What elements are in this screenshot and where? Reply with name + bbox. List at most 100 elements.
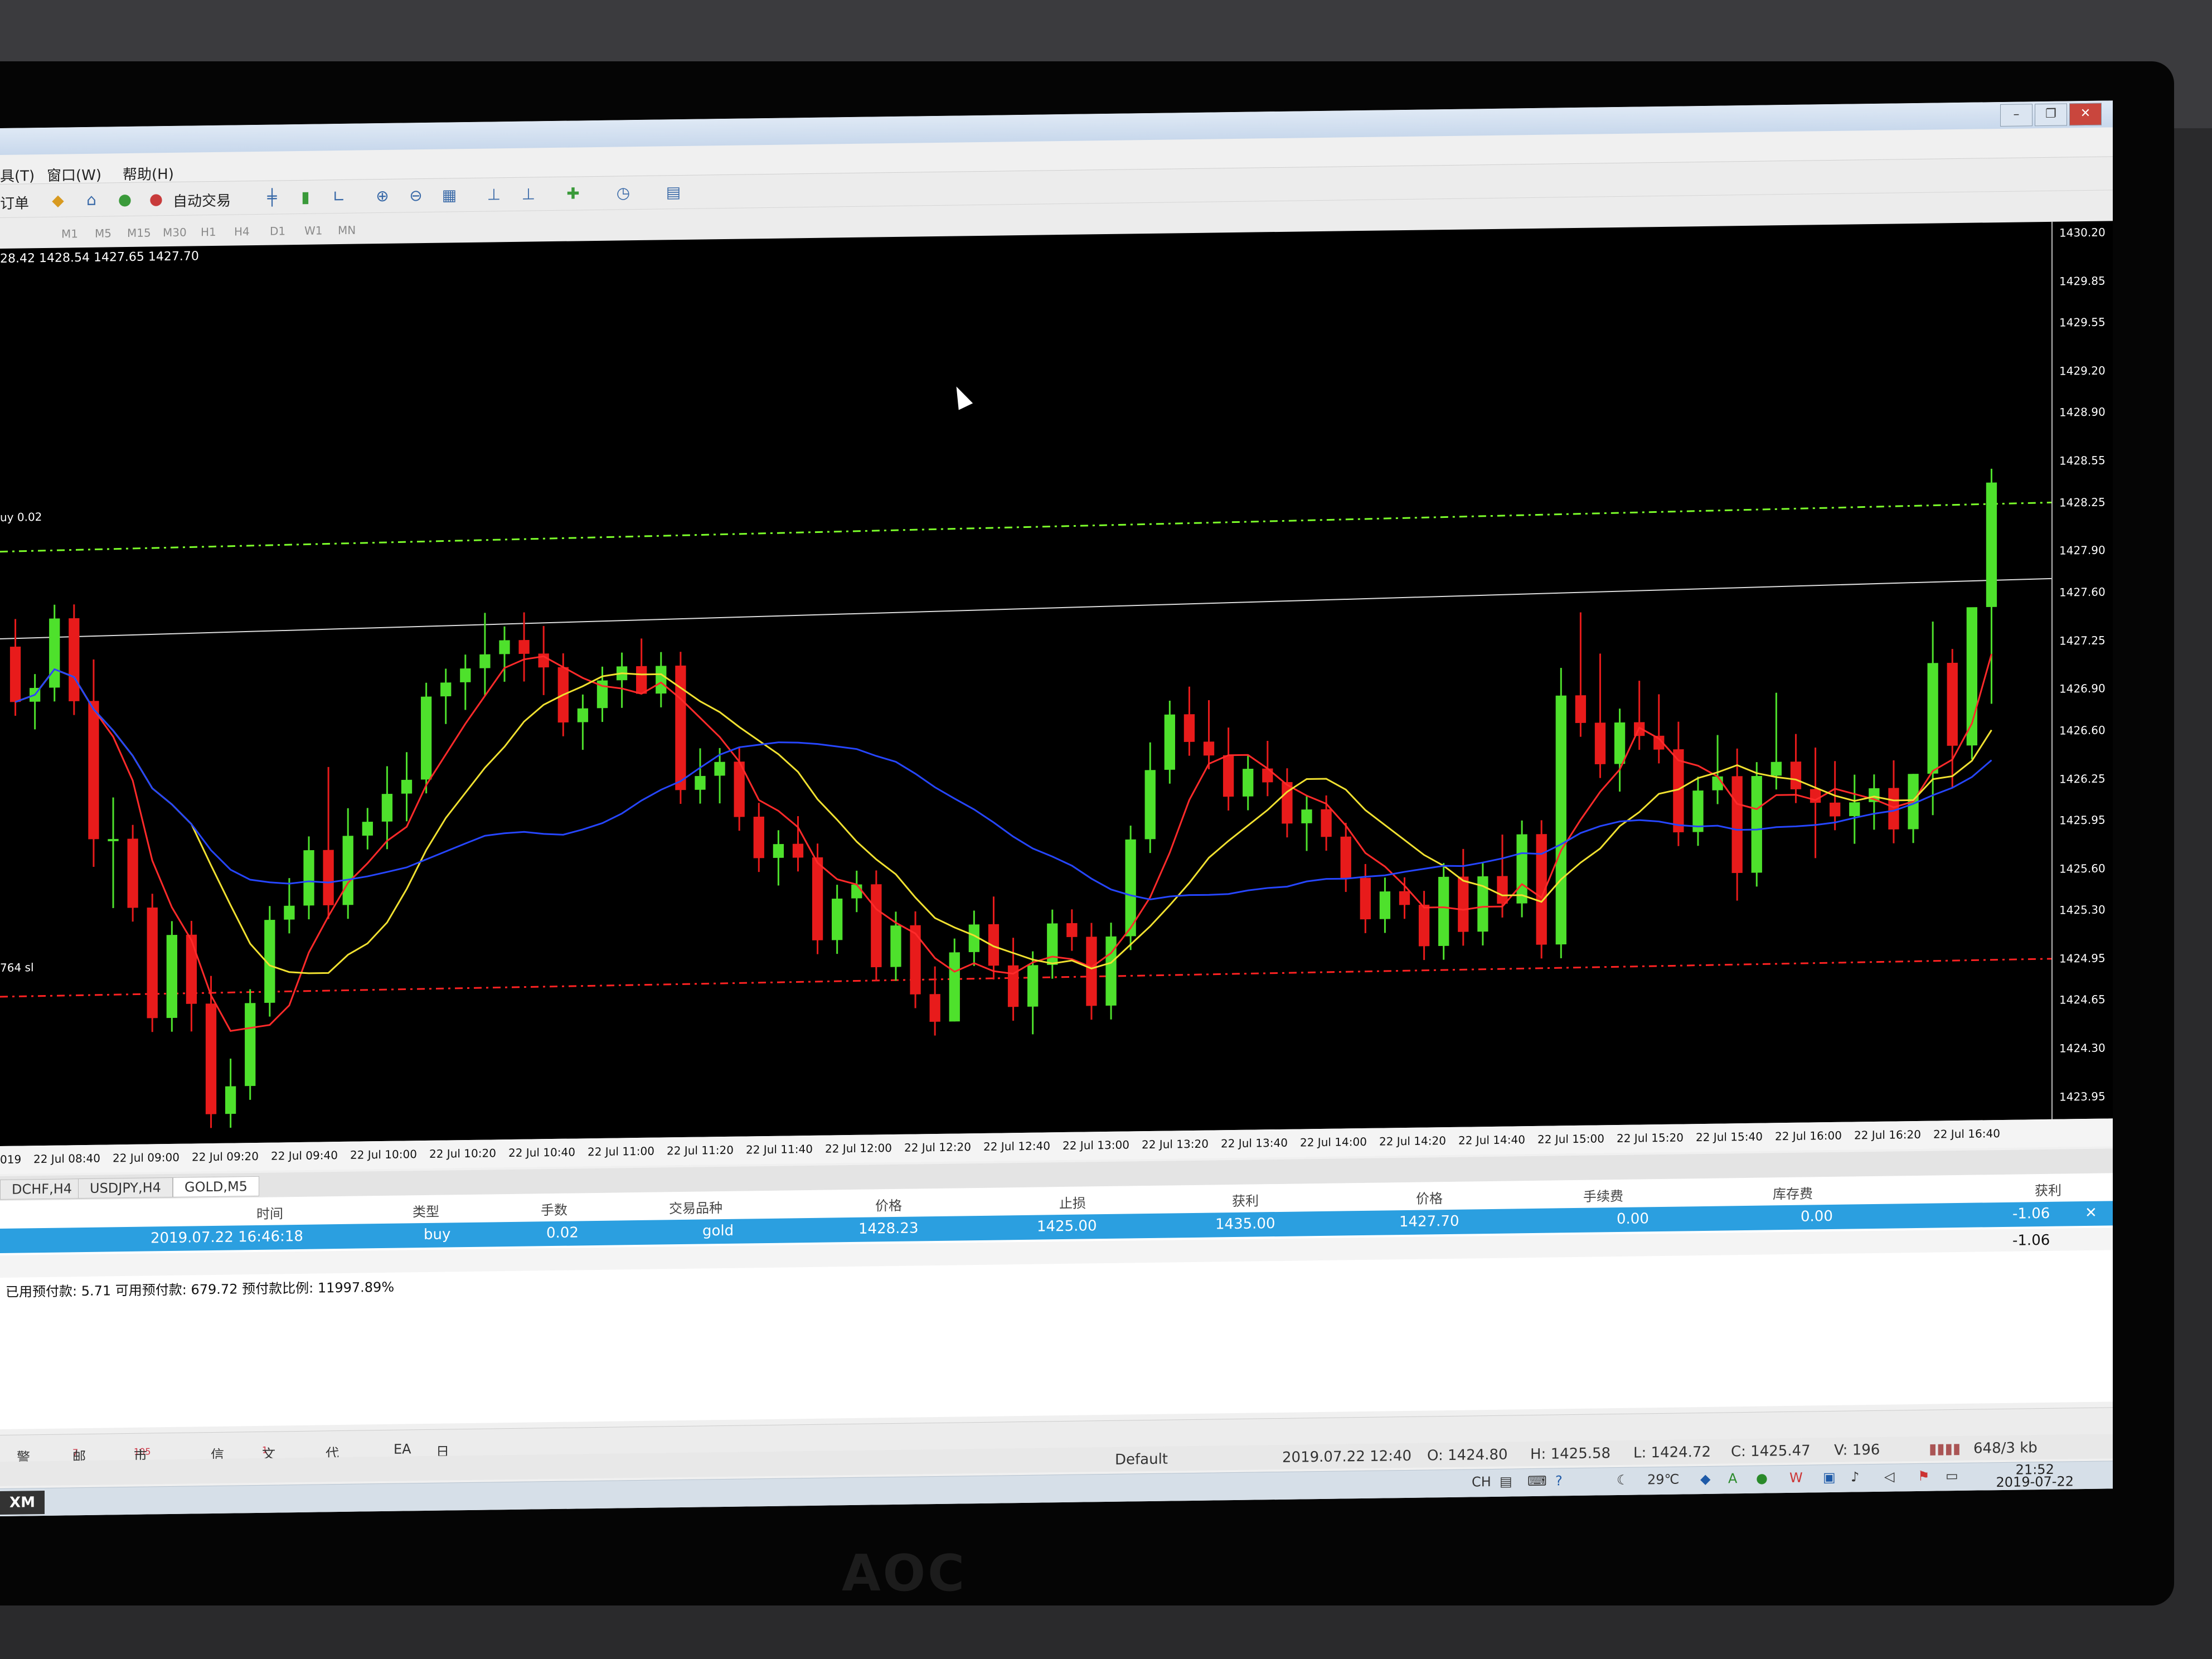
time-tick-label: 22 Jul 09:40 bbox=[271, 1148, 338, 1163]
speaker-icon[interactable]: ♪ bbox=[1851, 1469, 1859, 1485]
trade-sl: 1425.00 bbox=[1037, 1217, 1097, 1235]
tab-usdjpy-h4[interactable]: USDJPY,H4 bbox=[78, 1177, 173, 1199]
tray-doc-icon[interactable]: ▤ bbox=[1500, 1473, 1512, 1489]
weather-temp[interactable]: 29℃ bbox=[1647, 1472, 1680, 1488]
period-m5[interactable]: M5 bbox=[95, 226, 111, 240]
candle-body bbox=[1066, 923, 1078, 937]
periods-icon[interactable]: ◷ bbox=[613, 183, 633, 203]
period-w1[interactable]: W1 bbox=[304, 224, 323, 237]
auto-trading-icon[interactable]: ● bbox=[146, 189, 166, 209]
order-icon[interactable]: ◆ bbox=[48, 190, 68, 210]
new-order-button[interactable]: 订单 bbox=[0, 192, 29, 213]
col-price[interactable]: 价格 bbox=[875, 1195, 902, 1215]
close-trade-icon[interactable]: ✕ bbox=[2085, 1205, 2097, 1221]
candle-body bbox=[1731, 776, 1743, 874]
tray-a-icon[interactable]: A bbox=[1728, 1471, 1737, 1486]
maximize-button[interactable]: ❐ bbox=[2035, 103, 2067, 127]
period-m30[interactable]: M30 bbox=[163, 226, 187, 240]
line-chart-icon[interactable]: ∟ bbox=[329, 187, 349, 207]
candle-body bbox=[1947, 662, 1958, 746]
col-symbol[interactable]: 交易品种 bbox=[669, 1197, 722, 1217]
tray-shield-icon[interactable]: ◆ bbox=[1700, 1471, 1710, 1487]
col-profit[interactable]: 获利 bbox=[2035, 1180, 2061, 1200]
candle-body bbox=[1183, 714, 1195, 742]
col-tp[interactable]: 获利 bbox=[1232, 1190, 1259, 1210]
trade-lots: 0.02 bbox=[546, 1224, 579, 1242]
auto-trading-button[interactable]: 自动交易 bbox=[173, 190, 231, 211]
tab-articles[interactable]: 文章 1 bbox=[262, 1438, 275, 1482]
menu-window[interactable]: 窗口(W) bbox=[47, 164, 101, 185]
time-tick-label: 22 Jul 15:40 bbox=[1696, 1129, 1763, 1144]
templates-icon[interactable]: ▤ bbox=[663, 182, 683, 202]
candle-body bbox=[440, 682, 452, 697]
indicators-icon[interactable]: ✚ bbox=[563, 183, 583, 203]
period-d1[interactable]: D1 bbox=[270, 224, 285, 237]
candle-body bbox=[205, 1003, 217, 1114]
period-mn[interactable]: MN bbox=[338, 224, 356, 237]
candle-body bbox=[69, 618, 80, 701]
menu-help[interactable]: 帮助(H) bbox=[123, 163, 174, 184]
candle-body bbox=[245, 1003, 256, 1086]
taskbar-app-xm[interactable]: XM bbox=[0, 1490, 45, 1515]
candle-body bbox=[890, 925, 901, 967]
expert-icon[interactable]: ● bbox=[115, 190, 135, 210]
candle-body bbox=[1849, 802, 1860, 817]
col-commission[interactable]: 手续费 bbox=[1583, 1185, 1623, 1205]
candle-body bbox=[1712, 776, 1723, 790]
tray-network-icon[interactable]: ▭ bbox=[1946, 1468, 1958, 1483]
menu-tools[interactable]: 具(T) bbox=[0, 164, 35, 186]
chart-shift-icon[interactable]: ⊥ bbox=[484, 185, 504, 205]
tray-keyboard-icon[interactable]: ⌨ bbox=[1527, 1473, 1547, 1489]
col-lots[interactable]: 手数 bbox=[541, 1199, 567, 1219]
tray-app-icon[interactable]: ▣ bbox=[1823, 1469, 1836, 1485]
col-time[interactable]: 时间 bbox=[256, 1202, 283, 1223]
time-tick-label: 22 Jul 10:20 bbox=[429, 1146, 496, 1161]
price-tick-label: 1428.90 bbox=[2059, 405, 2106, 420]
col-swap[interactable]: 库存费 bbox=[1773, 1182, 1813, 1202]
status-datetime: 2019.07.22 12:40 bbox=[1282, 1447, 1412, 1466]
tab-market[interactable]: 市场 105 bbox=[134, 1439, 151, 1483]
period-h1[interactable]: H1 bbox=[201, 225, 216, 239]
take-profit-line bbox=[0, 501, 2051, 553]
tab-mailbox[interactable]: 邮箱 7 bbox=[72, 1440, 86, 1484]
taskbar-clock[interactable]: 21:52 2019-07-22 bbox=[1996, 1462, 2074, 1490]
period-m1[interactable]: M1 bbox=[61, 227, 78, 240]
tab-dchf-h4[interactable]: DCHF,H4 bbox=[0, 1178, 84, 1200]
tray-help-icon[interactable]: ? bbox=[1555, 1473, 1563, 1488]
period-h4[interactable]: H4 bbox=[234, 225, 250, 238]
tray-wechat-icon[interactable]: ● bbox=[1756, 1470, 1768, 1486]
period-m15[interactable]: M15 bbox=[127, 226, 151, 240]
autoscroll-icon[interactable]: ⊥ bbox=[518, 184, 539, 204]
minimize-button[interactable]: – bbox=[2000, 104, 2032, 127]
language-indicator[interactable]: CH bbox=[1472, 1474, 1491, 1490]
candle-body bbox=[362, 822, 373, 836]
time-tick-label: 22 Jul 10:40 bbox=[508, 1145, 575, 1160]
volume-icon[interactable]: ◁ bbox=[1884, 1469, 1894, 1485]
close-button[interactable]: ✕ bbox=[2069, 103, 2102, 126]
col-type[interactable]: 类型 bbox=[413, 1201, 439, 1221]
col-cur-price[interactable]: 价格 bbox=[1416, 1187, 1443, 1207]
candle-body bbox=[49, 618, 60, 688]
zoom-out-icon[interactable]: ⊖ bbox=[406, 186, 426, 206]
tile-windows-icon[interactable]: ▦ bbox=[439, 185, 459, 205]
status-volume: V: 196 bbox=[1834, 1441, 1880, 1459]
candle-body bbox=[1927, 663, 1938, 774]
tray-flag-icon[interactable]: ⚑ bbox=[1918, 1468, 1930, 1484]
bar-chart-icon[interactable]: ╪ bbox=[262, 187, 282, 207]
tab-gold-m5[interactable]: GOLD,M5 bbox=[173, 1176, 259, 1197]
trade-time: 2019.07.22 16:46:18 bbox=[151, 1228, 303, 1247]
candlestick-icon[interactable]: ▮ bbox=[295, 187, 316, 207]
candle-body bbox=[284, 905, 295, 920]
candle-body bbox=[1438, 876, 1449, 947]
tray-w-icon[interactable]: W bbox=[1789, 1470, 1803, 1486]
price-chart[interactable]: 28.42 1428.54 1427.65 1427.70 uy 0.02 76… bbox=[0, 221, 2051, 1146]
col-sl[interactable]: 止损 bbox=[1059, 1192, 1086, 1212]
mt4-window: – ❐ ✕ 具(T) 窗口(W) 帮助(H) 订单 ◆ ⌂ ● ● 自动交易 ╪… bbox=[0, 100, 2113, 1516]
time-tick-label: 22 Jul 11:40 bbox=[746, 1142, 813, 1157]
candle-body bbox=[9, 646, 21, 702]
history-icon[interactable]: ⌂ bbox=[81, 190, 101, 210]
zoom-in-icon[interactable]: ⊕ bbox=[372, 186, 392, 206]
price-tick-label: 1425.60 bbox=[2059, 861, 2106, 876]
status-profile: Default bbox=[1115, 1451, 1168, 1468]
candle-body bbox=[1027, 965, 1039, 1007]
